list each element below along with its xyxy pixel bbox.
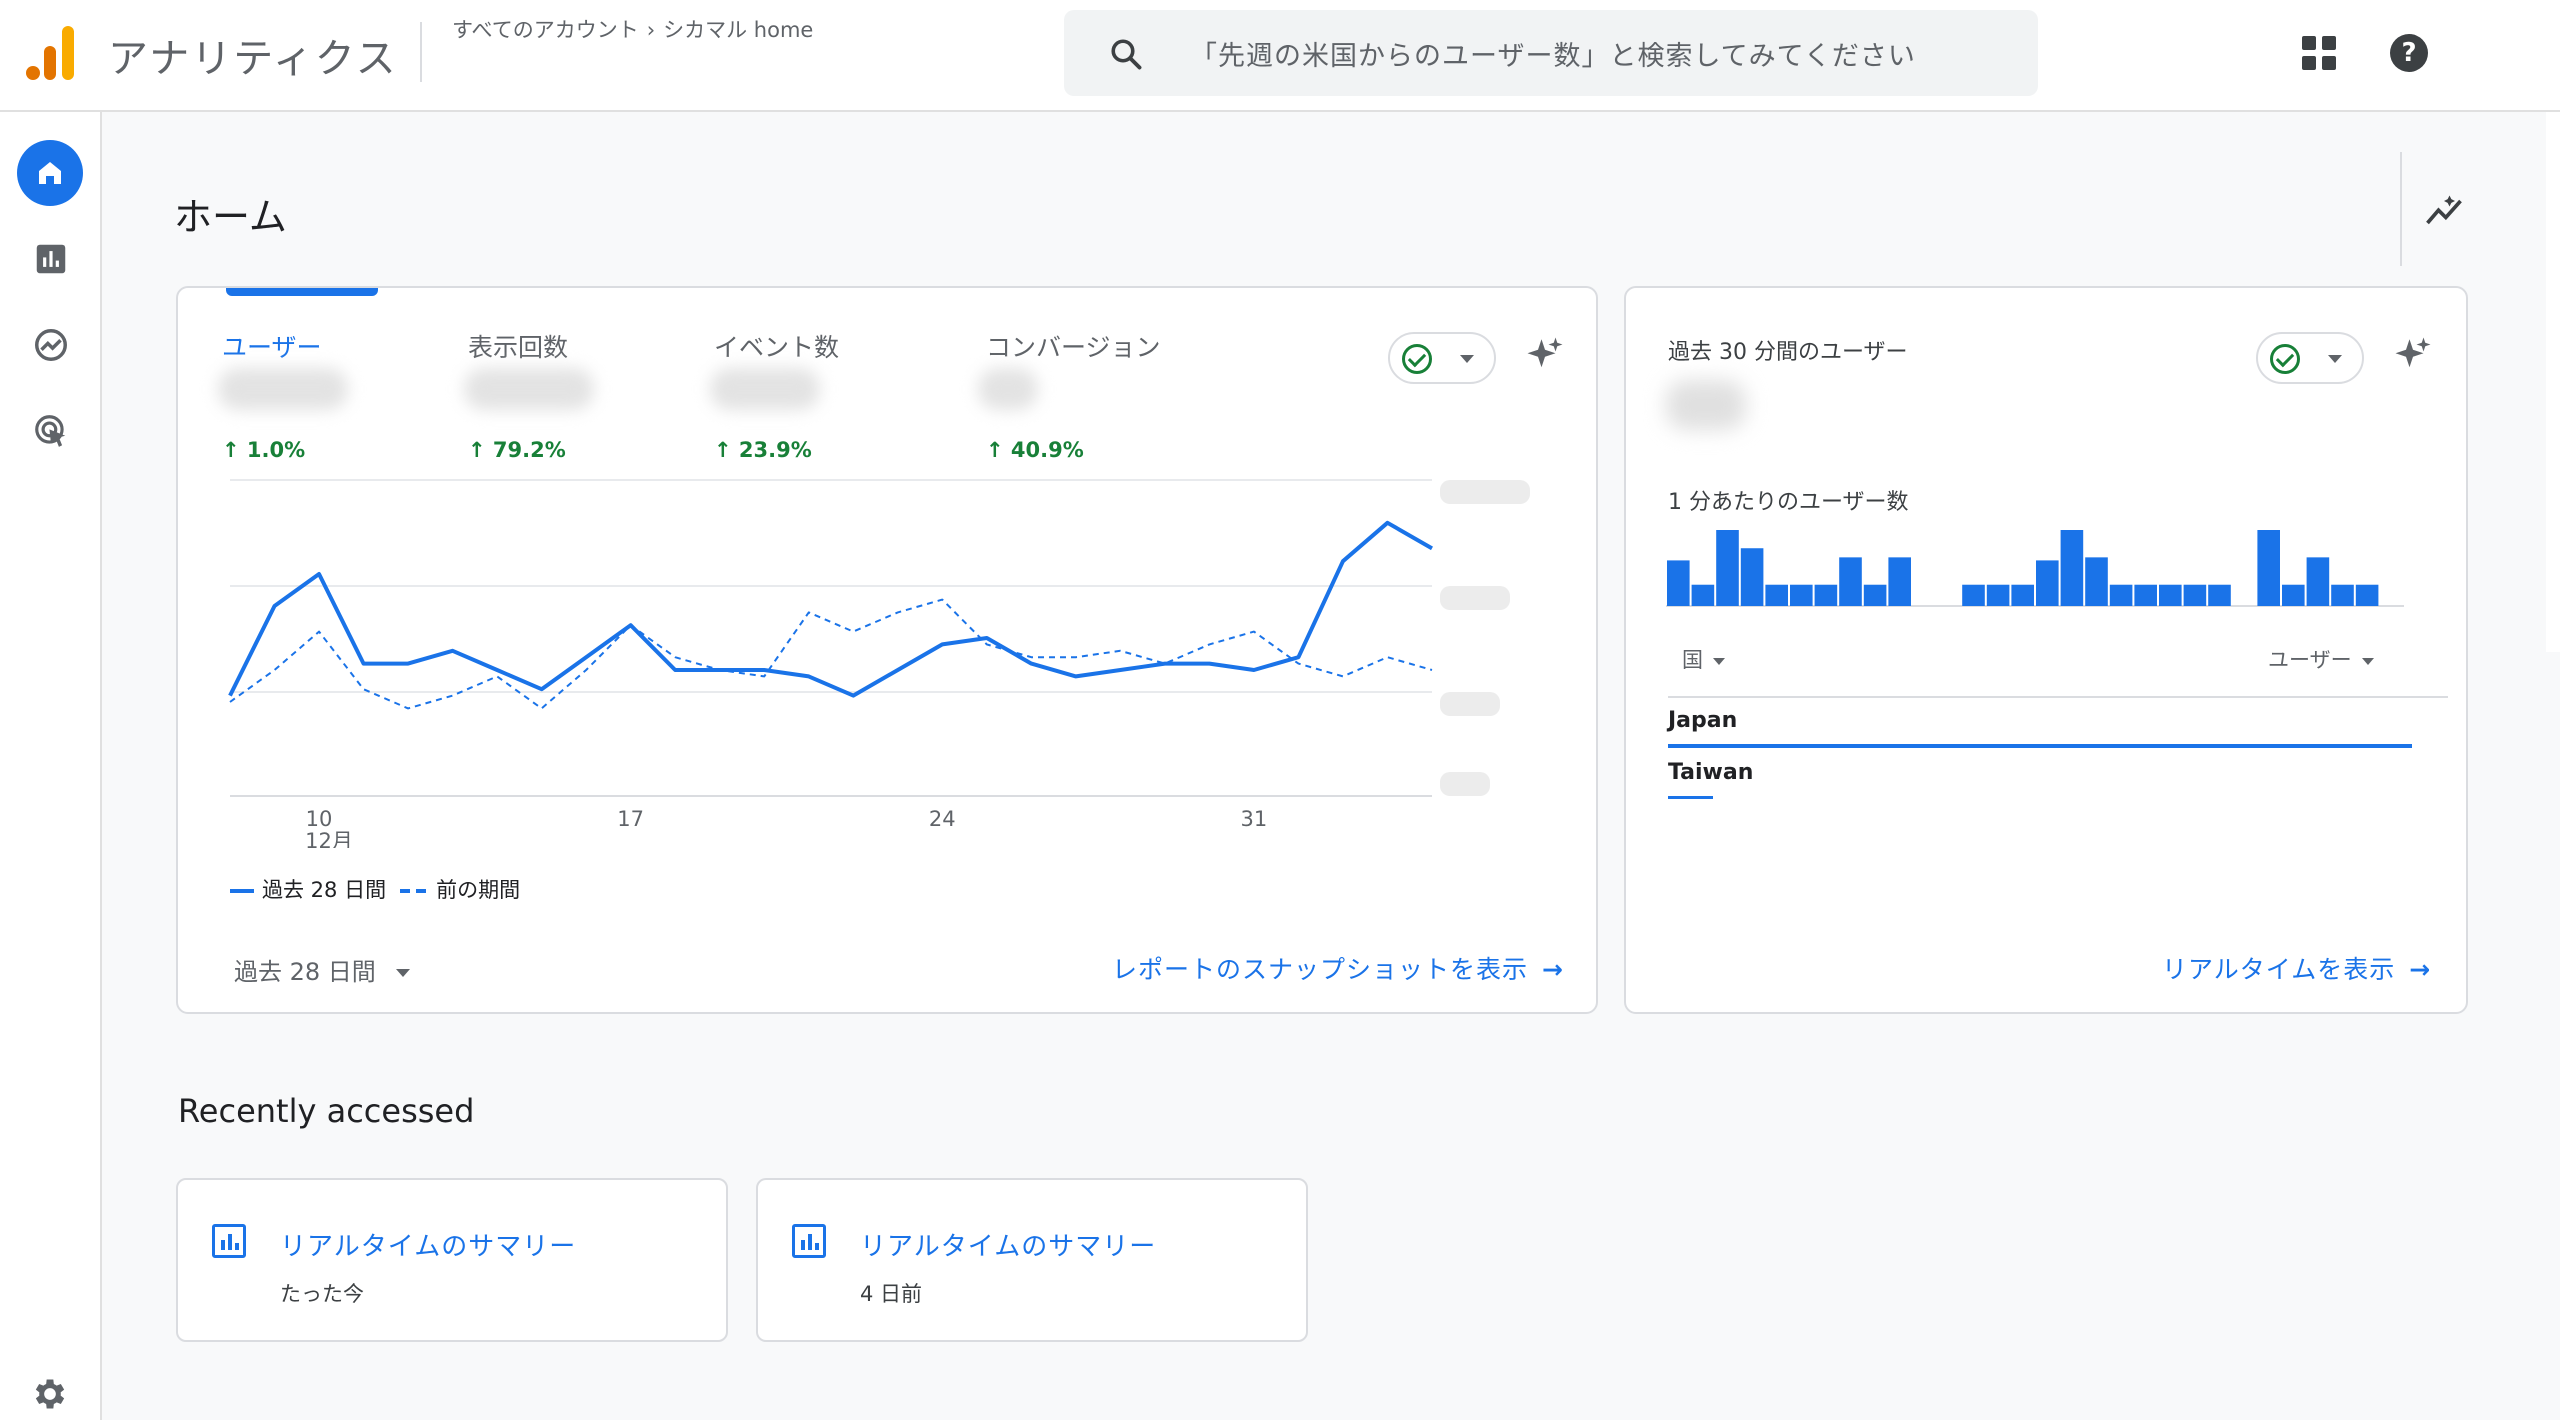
gear-icon[interactable] — [30, 1374, 70, 1414]
bar-chart-icon[interactable] — [32, 240, 70, 278]
minute-bar[interactable] — [2306, 557, 2330, 606]
recent-item-title[interactable]: リアルタイムのサマリー — [860, 1226, 1156, 1263]
chevron-right-icon: › — [646, 18, 656, 42]
minute-bar[interactable] — [1814, 584, 1838, 606]
date-range-dropdown[interactable]: 過去 28 日間 — [234, 952, 410, 987]
minute-bar[interactable] — [2183, 584, 2207, 606]
divider — [420, 22, 422, 82]
realtime-card: 過去 30 分間のユーザー 1 分あたりのユーザー数 国 ユーザー Japan … — [1624, 286, 2468, 1014]
divider — [2400, 152, 2402, 266]
minute-bar[interactable] — [2036, 560, 2059, 606]
target-cursor-icon[interactable] — [32, 412, 70, 450]
metric-label: ユーザー — [2268, 648, 2352, 672]
minute-bar[interactable] — [2085, 557, 2108, 606]
legend-solid-swatch — [230, 889, 254, 893]
redacted-y-tick — [1440, 692, 1500, 716]
minute-bar[interactable] — [2011, 584, 2034, 606]
analytics-logo-icon[interactable] — [26, 26, 76, 80]
table-divider — [1668, 696, 2448, 698]
minute-bar[interactable] — [2331, 584, 2354, 606]
metric-dropdown[interactable]: ユーザー — [2268, 644, 2374, 674]
link-label: リアルタイムを表示 — [2162, 955, 2396, 984]
redacted-y-tick — [1440, 772, 1490, 796]
arrow-right-icon: → — [2409, 955, 2432, 984]
minute-bar[interactable] — [2282, 584, 2305, 606]
country-row-label: Japan — [1668, 708, 1738, 733]
explore-icon[interactable] — [32, 326, 70, 364]
minute-bar[interactable] — [2060, 530, 2084, 606]
x-tick-label: 31 — [1241, 807, 1268, 831]
x-tick-label: 10 — [306, 807, 333, 831]
link-label: レポートのスナップショットを表示 — [1112, 955, 1529, 984]
breadcrumb-property[interactable]: シカマル home — [663, 18, 813, 42]
minute-bar[interactable] — [1765, 584, 1788, 606]
breadcrumb[interactable]: すべてのアカウント › シカマル home — [452, 14, 813, 44]
recent-item-card[interactable]: リアルタイムのサマリー たった今 — [176, 1178, 728, 1342]
minute-bar[interactable] — [1691, 584, 1715, 606]
caret-down-icon — [2361, 657, 2374, 665]
side-navigation — [0, 112, 102, 1420]
minute-bar[interactable] — [2134, 584, 2157, 606]
minute-bar[interactable] — [2109, 584, 2133, 606]
minute-bar[interactable] — [2355, 584, 2379, 606]
minute-bar[interactable] — [1716, 530, 1739, 606]
report-icon — [792, 1224, 826, 1258]
page-title: ホーム — [174, 195, 287, 239]
minute-bar[interactable] — [1863, 584, 1887, 606]
minute-bar[interactable] — [1790, 584, 1813, 606]
minute-bar[interactable] — [2208, 584, 2231, 606]
home-icon — [39, 162, 61, 184]
search-icon — [1111, 39, 1142, 70]
report-icon — [212, 1224, 246, 1258]
caret-down-icon — [395, 969, 410, 977]
help-icon[interactable]: ? — [2390, 34, 2428, 72]
x-tick-sublabel: 12月 — [305, 829, 353, 848]
legend-current: 過去 28 日間 — [262, 878, 387, 902]
date-range-label: 過去 28 日間 — [234, 958, 376, 986]
redacted-y-tick — [1440, 480, 1530, 504]
country-share-bar — [1668, 744, 2412, 748]
country-row-label: Taiwan — [1668, 760, 1754, 785]
recent-item-time: たった今 — [280, 1282, 364, 1306]
x-tick-label: 17 — [617, 807, 644, 831]
view-realtime-link[interactable]: リアルタイムを表示 → — [2162, 950, 2431, 986]
minute-bar[interactable] — [1962, 584, 1985, 606]
recent-item-card[interactable]: リアルタイムのサマリー 4 日前 — [756, 1178, 1308, 1342]
view-report-snapshot-link[interactable]: レポートのスナップショットを表示 → — [1112, 950, 1564, 986]
minute-bar[interactable] — [1839, 557, 1862, 606]
top-app-bar: アナリティクス すべてのアカウント › シカマル home 「先週の米国からのユーザ… — [0, 0, 2560, 112]
dimension-label: 国 — [1682, 648, 1703, 672]
insights-icon[interactable] — [2422, 190, 2466, 234]
minute-bar[interactable] — [1888, 557, 1911, 606]
sidebar-item-home[interactable] — [17, 140, 83, 206]
country-share-bar — [1668, 796, 1713, 799]
recent-item-title[interactable]: リアルタイムのサマリー — [280, 1226, 576, 1263]
legend-previous: 前の期間 — [436, 878, 521, 902]
redacted-y-tick — [1440, 586, 1510, 610]
recent-item-time: 4 日前 — [860, 1282, 923, 1306]
caret-down-icon — [1713, 657, 1725, 665]
legend-dashed-swatch — [400, 889, 429, 893]
minute-bar[interactable] — [1667, 560, 1690, 606]
x-tick-label: 24 — [929, 807, 956, 831]
search-input[interactable]: 「先週の米国からのユーザー数」と検索してみてください — [1190, 34, 1916, 73]
minute-bar[interactable] — [2257, 530, 2280, 606]
apps-icon[interactable] — [2302, 36, 2336, 70]
minute-bar[interactable] — [2159, 584, 2182, 606]
series-line-current — [228, 520, 1433, 698]
search-bar[interactable]: 「先週の米国からのユーザー数」と検索してみてください — [1064, 10, 2038, 96]
section-title: Recently accessed — [178, 1092, 475, 1130]
minute-bar[interactable] — [1986, 584, 2010, 606]
dimension-dropdown[interactable]: 国 — [1682, 644, 1725, 674]
arrow-right-icon: → — [1542, 955, 1564, 984]
overview-card: ユーザー 表示回数 イベント数 コンバージョン ↑ 1.0% ↑ 79.2% ↑… — [176, 286, 1598, 1014]
minute-bar[interactable] — [1740, 548, 1764, 606]
chart-legend: 過去 28 日間 前の期間 — [230, 874, 520, 904]
scrollbar[interactable] — [2546, 112, 2560, 652]
app-title: アナリティクス — [108, 36, 398, 82]
users-line-chart: 1012月 17 24 31 — [228, 479, 1530, 848]
per-minute-bar-chart — [1666, 530, 2404, 607]
breadcrumb-account[interactable]: すべてのアカウント — [452, 18, 639, 42]
